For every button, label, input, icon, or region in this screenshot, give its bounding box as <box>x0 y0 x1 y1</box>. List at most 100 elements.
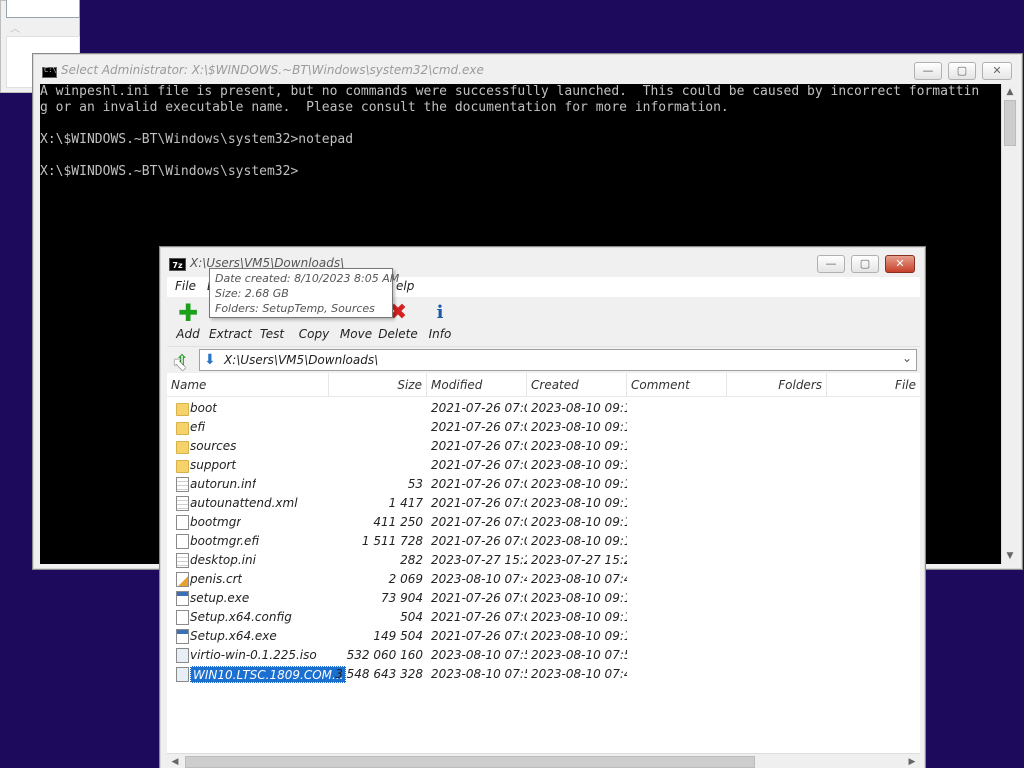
table-row[interactable]: autounattend.xml 1 417 2021-07-26 07:01 202… <box>167 494 920 513</box>
column-name[interactable]: Name <box>167 373 329 397</box>
info-button[interactable]: i Info <box>419 301 461 345</box>
tooltip-size: Size: 2.68 GB <box>215 287 289 300</box>
tooltip-folders: Folders: SetupTemp, Sources <box>215 302 375 315</box>
file-manager-minimize-button[interactable]: — <box>817 255 845 273</box>
cell-modified: 2021-07-26 07:01 <box>431 477 527 491</box>
column-modified[interactable]: Modified <box>427 373 527 397</box>
cell-modified: 2021-07-26 07:01 <box>431 591 527 605</box>
mouse-cursor-icon: ⬉ <box>172 354 188 375</box>
cell-name: desktop.ini <box>190 553 256 567</box>
console-titlebar[interactable]: Select Administrator: X:\$WINDOWS.~BT\Wi… <box>33 54 1022 84</box>
cell-size: 73 904 <box>381 591 423 605</box>
chevron-up-icon: ︿ <box>10 24 20 35</box>
cell-modified: 2023-07-27 15:23 <box>431 553 527 567</box>
file-tooltip: Date created: 8/10/2023 8:05 AM Size: 2.… <box>209 268 399 318</box>
table-row[interactable]: penis.crt 2 069 2023-08-10 07:41 2023-08-10… <box>167 570 920 589</box>
table-row[interactable]: Setup.x64.exe 149 504 2021-07-26 07:01 2023… <box>167 627 920 646</box>
horizontal-scrollbar[interactable]: ◀ ▶ <box>167 753 920 768</box>
cell-modified: 2021-07-26 07:01 <box>431 610 527 624</box>
background-window-field <box>6 0 80 18</box>
cell-created: 2023-08-10 09:10 <box>531 401 627 415</box>
cell-name: efi <box>190 420 206 434</box>
scroll-left-icon[interactable]: ◀ <box>167 754 183 768</box>
cell-name: bootmgr.efi <box>190 534 260 548</box>
table-row[interactable]: WIN10.LTSC.1809.COM... 3 548 643 328 2023-… <box>167 665 920 684</box>
file-manager-window[interactable]: 7z X:\Users\VM5\Downloads\ — ▢ ✕ File E … <box>159 246 926 768</box>
cell-modified: 2021-07-26 07:01 <box>431 496 527 510</box>
cell-size: 504 <box>400 610 423 624</box>
cell-modified: 2021-07-26 07:01 <box>431 420 527 434</box>
table-row[interactable]: support 2021-07-26 07:01 2023-08-10 09:12 <box>167 456 920 475</box>
cell-name: Setup.x64.exe <box>190 629 277 643</box>
cell-modified: 2023-08-10 07:53 <box>431 648 527 662</box>
console-minimize-button[interactable]: — <box>914 62 942 80</box>
chevron-down-icon[interactable]: ⌄ <box>902 351 912 365</box>
console-scrollbar[interactable]: ▲ ▼ <box>1001 84 1017 564</box>
folder-icon <box>176 403 189 416</box>
add-button[interactable]: ✚ Add <box>167 301 209 345</box>
file-manager-maximize-button[interactable]: ▢ <box>851 255 879 273</box>
cell-modified: 2021-07-26 07:01 <box>431 439 527 453</box>
console-title: Select Administrator: X:\$WINDOWS.~BT\Wi… <box>61 63 484 77</box>
path-input[interactable]: ⬇ X:\Users\VM5\Downloads\ ⌄ <box>199 349 917 371</box>
cell-name: sources <box>190 439 237 453</box>
cell-size: 411 250 <box>373 515 423 529</box>
table-row[interactable]: bootmgr.efi 1 511 728 2021-07-26 07:01 2023… <box>167 532 920 551</box>
cell-size: 532 060 160 <box>346 648 423 662</box>
file-icon <box>176 629 189 644</box>
cell-created: 2023-08-10 07:41 <box>531 572 627 586</box>
cell-size: 3 548 643 328 <box>335 667 423 681</box>
cmd-icon <box>42 66 57 78</box>
console-maximize-button[interactable]: ▢ <box>948 62 976 80</box>
column-created[interactable]: Created <box>527 373 627 397</box>
table-row[interactable]: efi 2021-07-26 07:01 2023-08-10 09:10 <box>167 418 920 437</box>
column-folders[interactable]: Folders <box>727 373 827 397</box>
table-row[interactable]: desktop.ini 282 2023-07-27 15:23 2023-07-27… <box>167 551 920 570</box>
cell-size: 1 417 <box>388 496 423 510</box>
horizontal-scroll-thumb[interactable] <box>185 756 755 768</box>
column-comment[interactable]: Comment <box>627 373 727 397</box>
table-row[interactable]: virtio-win-0.1.225.iso 532 060 160 2023-08… <box>167 646 920 665</box>
cell-created: 2023-08-10 09:12 <box>531 591 627 605</box>
column-files[interactable]: File <box>827 373 920 397</box>
scroll-up-icon[interactable]: ▲ <box>1002 84 1018 100</box>
cell-size: 2 069 <box>388 572 423 586</box>
file-icon <box>176 534 189 549</box>
table-row[interactable]: setup.exe 73 904 2021-07-26 07:01 2023-08-1… <box>167 589 920 608</box>
console-line: X:\$WINDOWS.~BT\Windows\system32>notepad <box>40 132 354 147</box>
cell-size <box>329 400 423 417</box>
address-bar: ⇧ ⬇ X:\Users\VM5\Downloads\ ⌄ <box>167 347 920 373</box>
file-icon <box>176 591 189 606</box>
scroll-down-icon[interactable]: ▼ <box>1002 548 1018 564</box>
cell-name: autorun.inf <box>190 477 257 491</box>
table-row[interactable]: autorun.inf 53 2021-07-26 07:01 2023-08-10 … <box>167 475 920 494</box>
cell-name: autounattend.xml <box>190 496 298 510</box>
table-row[interactable]: bootmgr 411 250 2021-07-26 07:01 2023-08-10… <box>167 513 920 532</box>
file-list[interactable]: Name Size Modified Created Comment Folde… <box>167 373 920 753</box>
cell-modified: 2023-08-10 07:41 <box>431 572 527 586</box>
folder-icon <box>176 460 189 473</box>
file-icon <box>176 496 189 511</box>
folder-icon <box>176 441 189 454</box>
cell-created: 2023-08-10 09:12 <box>531 610 627 624</box>
table-row[interactable]: sources 2021-07-26 07:01 2023-08-10 09:10 <box>167 437 920 456</box>
menu-file[interactable]: File <box>175 279 196 293</box>
scroll-right-icon[interactable]: ▶ <box>904 754 920 768</box>
file-icon <box>176 553 189 568</box>
cell-name: virtio-win-0.1.225.iso <box>190 648 317 662</box>
file-icon <box>176 610 189 625</box>
console-close-button[interactable]: ✕ <box>982 62 1012 80</box>
table-row[interactable]: Setup.x64.config 504 2021-07-26 07:01 2023-… <box>167 608 920 627</box>
cell-modified: 2021-07-26 07:01 <box>431 458 527 472</box>
table-row[interactable]: boot 2021-07-26 07:01 2023-08-10 09:10 <box>167 399 920 418</box>
cell-name: Setup.x64.config <box>190 610 292 624</box>
cell-created: 2023-08-10 09:12 <box>531 496 627 510</box>
column-size[interactable]: Size <box>329 373 427 397</box>
cell-created: 2023-08-10 09:12 <box>531 458 627 472</box>
console-line: g or an invalid executable name. Please … <box>40 100 729 115</box>
cell-name: bootmgr <box>190 515 242 529</box>
cell-modified: 2021-07-26 07:01 <box>431 534 527 548</box>
console-scroll-thumb[interactable] <box>1004 100 1016 146</box>
file-manager-close-button[interactable]: ✕ <box>885 255 915 273</box>
